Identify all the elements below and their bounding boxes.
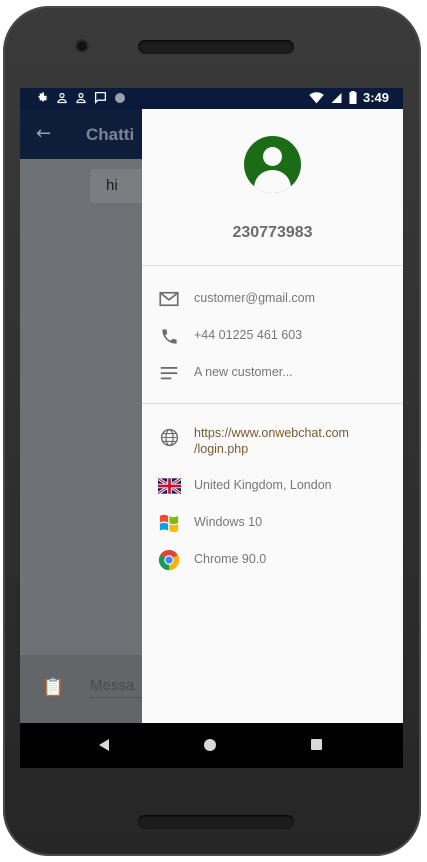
earpiece-speaker [138,40,294,54]
notes-icon [157,361,181,385]
attach-file-icon[interactable]: 📋 [42,677,64,698]
email-icon [157,287,181,311]
status-time: 3:49 [362,90,389,105]
message-icon [94,91,107,104]
os-text: Windows 10 [194,515,263,529]
notification-icons [36,91,126,104]
circle-icon [115,92,125,103]
toolbar-title: Chatti [86,125,135,144]
visit-url-line1: https://www.onwebchat.com [194,426,349,440]
navigation-bar [20,723,403,768]
screen: 3:49 ← Chatti hi 📋 Messa 230773983 custo… [20,88,403,768]
battery-icon [349,91,357,104]
message-input[interactable]: Messa [90,677,150,698]
gear-icon [38,92,48,102]
email-text: customer@gmail.com [194,291,316,305]
globe-icon [157,425,181,449]
status-bar: 3:49 [20,88,403,109]
uk-flag-icon [157,474,181,498]
person-icon [57,92,67,103]
phone-text: +44 01225 461 603 [194,328,303,342]
contact-row-phone[interactable]: +44 01225 461 603 [142,321,403,351]
home-icon[interactable] [204,739,216,751]
location-text: United Kingdom, London [194,478,332,492]
visit-row-url[interactable]: https://www.onwebchat.com /login.php [142,422,403,458]
contact-row-email[interactable]: customer@gmail.com [142,284,403,314]
bottom-speaker [138,815,294,829]
customer-id: 230773983 [232,224,313,241]
phone-icon [157,324,181,348]
back-icon[interactable] [99,739,109,751]
windows-icon [157,511,181,535]
notes-text: A new customer... [194,365,293,379]
person-icon [76,92,86,103]
recents-icon[interactable] [311,739,322,750]
system-icons: 3:49 [309,90,389,105]
customer-info-drawer: 230773983 customer@gmail.com +44 01225 4… [142,109,403,723]
chat-message-bubble: hi [90,169,150,203]
wifi-icon [309,91,324,103]
visit-row-location: United Kingdom, London [142,471,403,501]
chrome-icon [157,548,181,572]
visit-row-os: Windows 10 [142,508,403,538]
visit-url-line2: /login.php [194,442,249,456]
visit-row-browser: Chrome 90.0 [142,545,403,575]
account-circle-icon [244,136,301,193]
visit-url[interactable]: https://www.onwebchat.com /login.php [194,425,349,457]
front-camera [77,41,87,51]
contact-row-notes[interactable]: A new customer... [142,358,403,388]
divider [142,403,403,404]
divider [142,265,403,266]
signal-icon [331,92,342,103]
arrow-back-icon[interactable]: ← [36,123,51,144]
browser-text: Chrome 90.0 [194,552,267,566]
